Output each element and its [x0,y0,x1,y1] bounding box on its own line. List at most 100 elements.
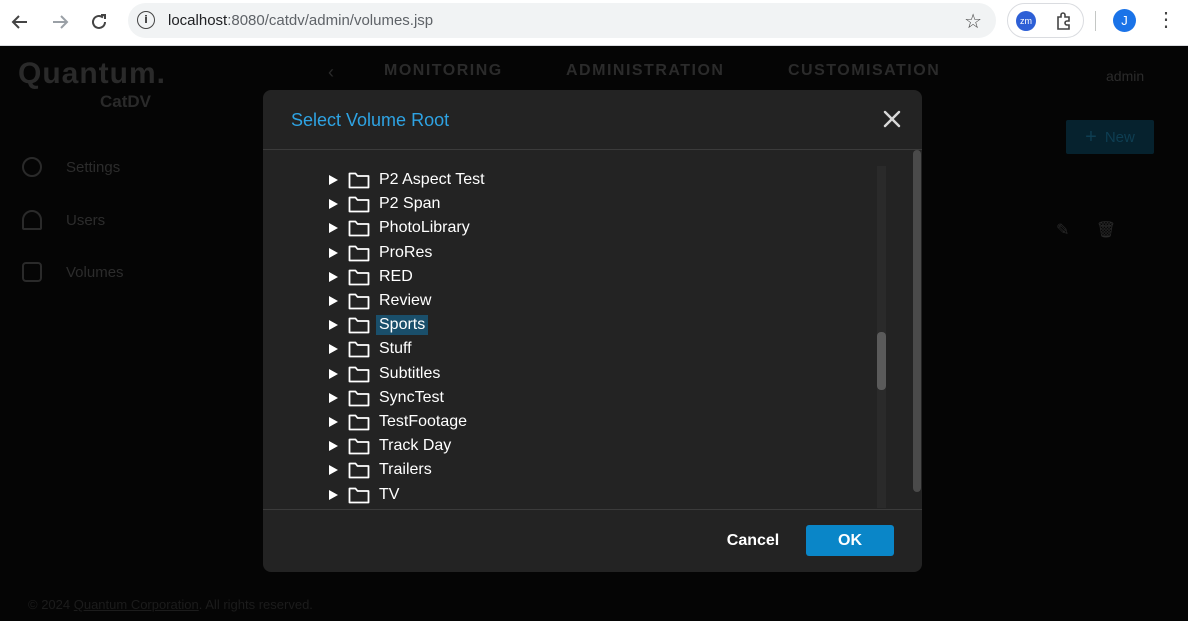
folder-label[interactable]: P2 Aspect Test [376,170,488,190]
cancel-button[interactable]: Cancel [715,526,791,556]
dialog-scrollbar[interactable] [913,150,921,492]
expand-arrow-icon[interactable] [329,489,338,500]
folder-icon [348,220,370,237]
profile-avatar[interactable]: J [1113,9,1136,32]
url-path: :8080/catdv/admin/volumes.jsp [227,12,434,29]
expand-arrow-icon[interactable] [329,247,338,258]
expand-arrow-icon[interactable] [329,417,338,427]
tree-row[interactable]: Trailers [329,458,435,482]
tree-row[interactable]: P2 Aspect Test [329,168,488,192]
folder-tree: P2 Aspect Test P2 Span PhotoLibrary ProRes R… [263,150,922,509]
folder-icon [348,487,370,503]
nav-administration[interactable]: ADMINISTRATION [566,62,724,86]
zoom-extension-icon[interactable]: zm [1016,11,1036,31]
folder-label[interactable]: Trailers [376,460,435,480]
folder-icon [348,366,370,382]
folder-label[interactable]: TestFootage [376,412,470,432]
folder-label[interactable]: Track Day [376,436,454,456]
extensions-puzzle-icon[interactable] [1054,11,1074,31]
expand-arrow-icon[interactable] [329,320,338,331]
catdv-logo: CatDV [100,92,152,111]
close-icon[interactable] [879,106,905,132]
site-info-icon[interactable]: i [137,11,155,29]
folder-label[interactable]: Stuff [376,339,415,359]
new-button-label: New [1104,128,1135,146]
tree-row[interactable]: Review [329,289,434,313]
tree-row[interactable]: TV [329,483,402,507]
folder-label[interactable]: SyncTest [376,388,447,408]
sidebar-item-users[interactable]: Users [22,207,105,233]
folder-icon [348,390,370,407]
bookmark-star-icon[interactable]: ☆ [964,9,982,34]
folder-icon [348,269,370,286]
nav-monitoring[interactable]: MONITORING [384,62,503,86]
folder-icon [348,317,370,334]
reload-icon[interactable] [85,8,113,36]
folder-label[interactable]: Review [376,291,434,311]
folder-label[interactable]: Subtitles [376,364,443,384]
folder-label[interactable]: PhotoLibrary [376,218,473,238]
expand-arrow-icon[interactable] [329,465,338,476]
tree-row[interactable]: P2 Span [329,192,443,216]
user-menu[interactable]: admin [1106,68,1144,84]
folder-icon [348,462,370,479]
expand-arrow-icon[interactable] [329,441,338,452]
tree-scrollbar-thumb[interactable] [877,332,886,390]
tree-row[interactable]: Subtitles [329,362,443,386]
folder-label[interactable]: P2 Span [376,194,443,214]
tree-row[interactable]: ProRes [329,241,435,265]
browser-menu-icon[interactable]: ⋮ [1156,9,1176,33]
expand-arrow-icon[interactable] [329,368,338,379]
expand-arrow-icon[interactable] [329,344,338,355]
expand-arrow-icon[interactable] [329,175,338,185]
tree-row[interactable]: Sports [329,313,429,337]
browser-toolbar: i localhost:8080/catdv/admin/volumes.jsp… [0,0,1188,46]
tree-row[interactable]: SyncTest [329,386,447,410]
user-icon [22,210,42,230]
footer-rights: . All rights reserved. [198,597,313,612]
tree-row[interactable]: TestFootage [329,410,470,434]
row-actions: ✎ 🗑 [1056,220,1116,240]
tree-row[interactable]: RED [329,265,416,289]
folder-icon [348,245,370,261]
sidebar-item-settings[interactable]: Settings [22,154,120,180]
folder-label[interactable]: TV [376,485,402,505]
tree-row[interactable]: Stuff [329,337,415,361]
expand-arrow-icon[interactable] [329,296,338,306]
toolbar-divider [1095,11,1096,31]
forward-icon[interactable] [46,8,74,36]
footer: © 2024 Quantum Corporation. All rights r… [28,597,313,612]
quantum-logo: Quantum. [18,57,166,90]
folder-icon [348,438,370,455]
new-volume-button[interactable]: + New [1066,120,1154,154]
dialog-header: Select Volume Root [263,90,922,150]
sidebar-item-label: Users [66,211,106,229]
folder-label[interactable]: ProRes [376,243,435,263]
folder-label[interactable]: Sports [376,315,429,336]
edit-icon[interactable]: ✎ [1056,222,1069,239]
expand-arrow-icon[interactable] [329,223,338,234]
sidebar-item-label: Volumes [66,263,124,281]
folder-icon [348,341,370,358]
address-bar[interactable]: i localhost:8080/catdv/admin/volumes.jsp… [128,3,996,38]
sidebar-item-label: Settings [66,158,121,176]
footer-company-link[interactable]: Quantum Corporation [74,597,199,612]
delete-icon[interactable]: 🗑 [1096,222,1116,239]
folder-icon [348,196,370,213]
nav-back-chevron-icon[interactable]: ‹ [328,62,334,83]
expand-arrow-icon[interactable] [329,392,338,403]
nav-customisation[interactable]: CUSTOMISATION [788,62,940,86]
ok-button[interactable]: OK [806,525,894,556]
gear-icon [22,157,42,177]
folder-label[interactable]: RED [376,267,416,287]
expand-arrow-icon[interactable] [329,199,338,210]
tree-row[interactable]: PhotoLibrary [329,216,473,240]
back-icon[interactable] [6,8,34,36]
tree-row[interactable]: Track Day [329,434,454,458]
expand-arrow-icon[interactable] [329,271,338,282]
sidebar-item-volumes[interactable]: Volumes [22,259,124,285]
plus-icon: + [1085,125,1097,148]
folder-icon [348,293,370,310]
dialog-footer: Cancel OK [263,509,922,572]
footer-copyright: © 2024 [28,597,74,612]
